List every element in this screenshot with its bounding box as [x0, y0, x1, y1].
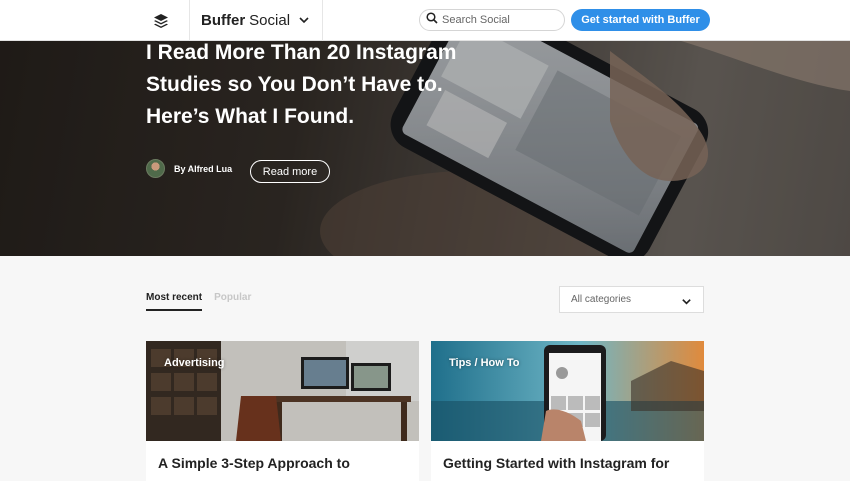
- brand-name: Buffer: [201, 12, 246, 29]
- get-started-button[interactable]: Get started with Buffer: [571, 9, 710, 31]
- hero-title-line: I Read More Than 20 Instagram: [146, 41, 457, 64]
- post-card-image: [431, 341, 704, 441]
- featured-post-hero[interactable]: I Read More Than 20 Instagram Studies so…: [0, 41, 850, 256]
- blog-switcher-dropdown[interactable]: Buffer Social: [190, 0, 323, 41]
- buffer-logo-icon[interactable]: [132, 0, 190, 41]
- blog-name: Social: [249, 12, 291, 29]
- chevron-down-icon: [298, 13, 310, 30]
- chevron-down-icon: [681, 296, 692, 310]
- category-select-value: All categories: [571, 294, 632, 305]
- search-input[interactable]: [442, 14, 557, 26]
- post-card-title[interactable]: Getting Started with Instagram for: [443, 455, 703, 471]
- author-byline: By Alfred Lua: [146, 159, 232, 178]
- search-box[interactable]: [419, 9, 565, 31]
- post-category-tag[interactable]: Advertising: [164, 357, 225, 369]
- read-more-button[interactable]: Read more: [250, 160, 330, 183]
- tab-popular[interactable]: Popular: [214, 292, 251, 311]
- author-name: By Alfred Lua: [174, 163, 233, 174]
- search-icon: [426, 11, 438, 29]
- post-sort-tabs: Most recent Popular: [146, 292, 251, 311]
- hero-title-line: Studies so You Don’t Have to.: [146, 73, 443, 96]
- hero-title[interactable]: I Read More Than 20 Instagram Studies so…: [146, 41, 526, 133]
- category-select[interactable]: All categories: [559, 286, 704, 313]
- post-category-tag[interactable]: Tips / How To: [449, 357, 519, 369]
- post-card[interactable]: Advertising A Simple 3-Step Approach to: [146, 341, 419, 481]
- author-avatar: [146, 159, 165, 178]
- post-card-title[interactable]: A Simple 3-Step Approach to: [158, 455, 418, 471]
- top-navigation-bar: Buffer Social Get started with Buffer: [0, 0, 850, 41]
- hero-title-line: Here’s What I Found.: [146, 105, 355, 128]
- post-card[interactable]: Tips / How To Getting Started with Insta…: [431, 341, 704, 481]
- tab-most-recent[interactable]: Most recent: [146, 292, 203, 311]
- post-card-image: [146, 341, 419, 441]
